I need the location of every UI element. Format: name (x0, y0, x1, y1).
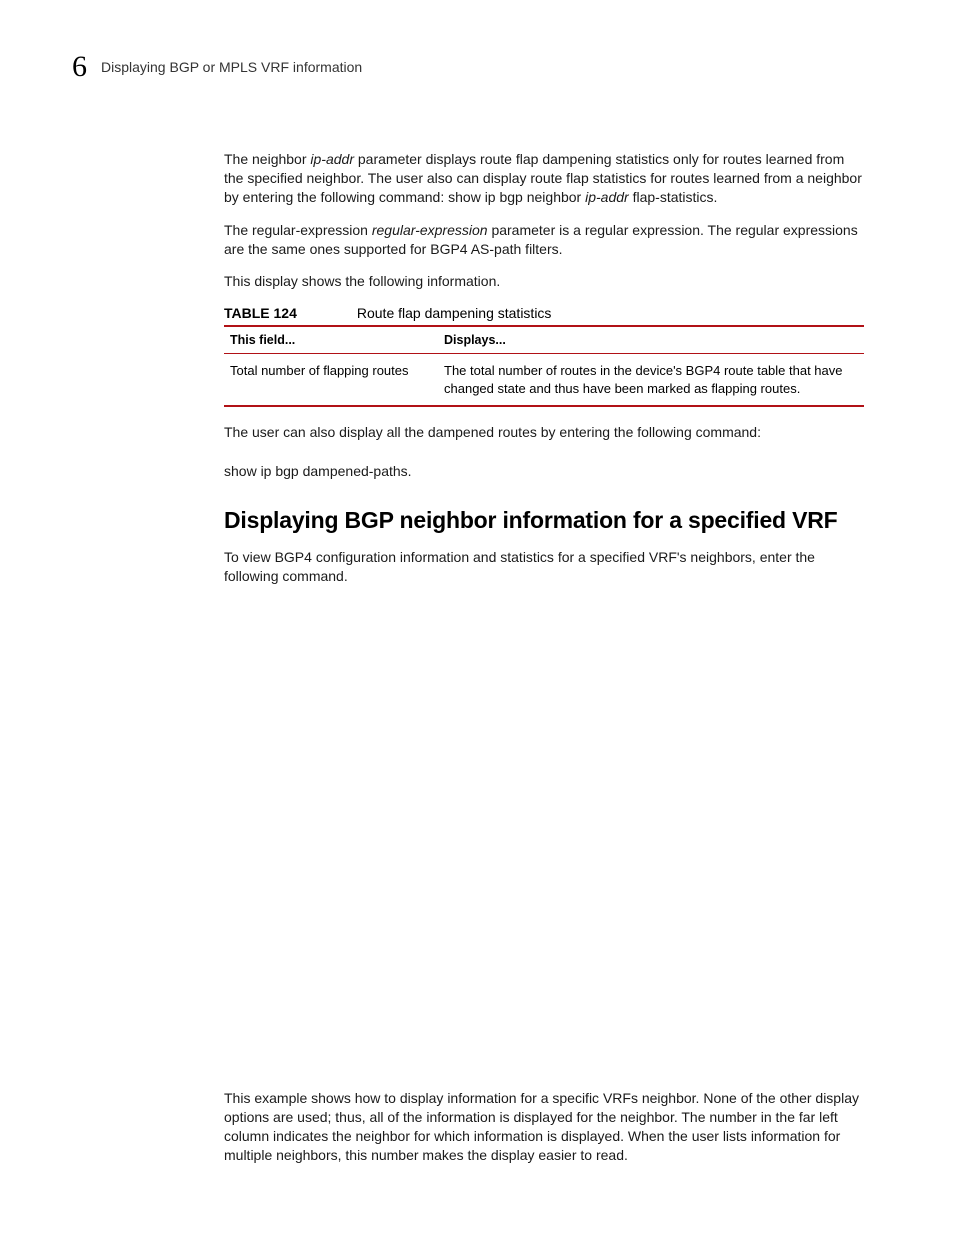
italic-text: regular-expression (372, 222, 488, 238)
italic-text: ip-addr (585, 189, 629, 205)
text: The neighbor (224, 151, 310, 167)
table-header-row: TABLE 124 Route flap dampening statistic… (224, 305, 864, 321)
paragraph-7: This example shows how to display inform… (224, 1089, 864, 1165)
section-heading: Displaying BGP neighbor information for … (224, 507, 864, 534)
content-gap (224, 600, 864, 1075)
text: The regular-expression (224, 222, 372, 238)
paragraph-6: To view BGP4 configuration information a… (224, 548, 864, 586)
chapter-number: 6 (72, 52, 87, 82)
table-head-cell: Displays... (438, 326, 864, 354)
paragraph-3: This display shows the following informa… (224, 272, 864, 291)
text: flap-statistics. (629, 189, 718, 205)
table-cell: Total number of flapping routes (224, 354, 438, 407)
table-head-cell: This field... (224, 326, 438, 354)
table-caption: Route flap dampening statistics (357, 305, 552, 321)
table-label: TABLE 124 (224, 305, 297, 321)
paragraph-5: show ip bgp dampened-paths. (224, 462, 864, 481)
table-row: Total number of flapping routes The tota… (224, 354, 864, 407)
paragraph-1: The neighbor ip-addr parameter displays … (224, 150, 864, 207)
italic-text: ip-addr (310, 151, 354, 167)
table-cell: The total number of routes in the device… (438, 354, 864, 407)
page-content: The neighbor ip-addr parameter displays … (224, 136, 864, 1179)
table-head-row: This field... Displays... (224, 326, 864, 354)
statistics-table: This field... Displays... Total number o… (224, 325, 864, 407)
chapter-title: Displaying BGP or MPLS VRF information (101, 59, 362, 75)
paragraph-2: The regular-expression regular-expressio… (224, 221, 864, 259)
page-header: 6 Displaying BGP or MPLS VRF information (72, 52, 882, 82)
paragraph-4: The user can also display all the dampen… (224, 423, 864, 442)
